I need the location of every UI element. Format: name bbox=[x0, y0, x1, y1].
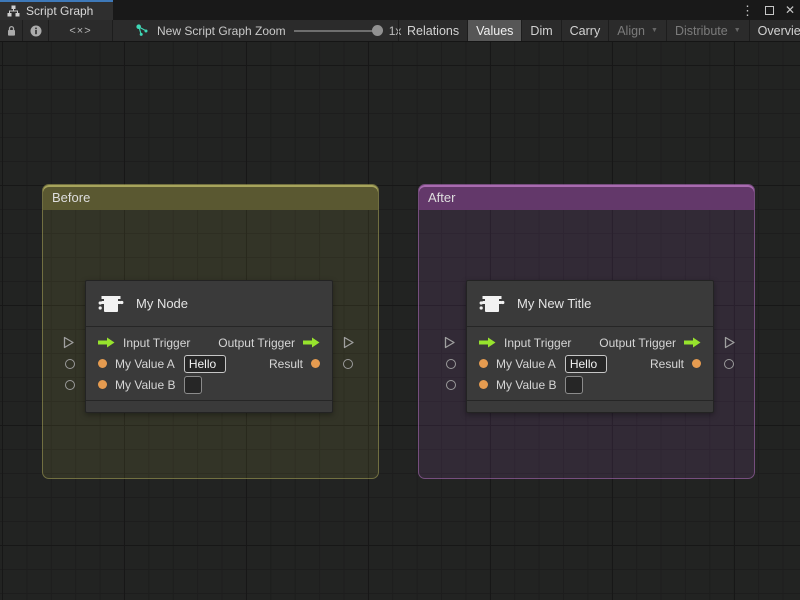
view-buttons: Relations Values Dim Carry Align ▼ Distr… bbox=[398, 20, 800, 41]
port-label: Result bbox=[268, 356, 303, 371]
toolbar-button-relations[interactable]: Relations bbox=[398, 20, 467, 41]
group-after-label: After bbox=[428, 190, 456, 205]
port-label: My Value A bbox=[496, 356, 556, 371]
value-a-row: My Value A Result bbox=[467, 353, 713, 374]
graph-name-label: New Script Graph bbox=[157, 23, 252, 38]
value-b-port-outer-icon[interactable] bbox=[65, 380, 75, 390]
script-graph-icon bbox=[136, 24, 149, 37]
port-label: My Value B bbox=[115, 377, 176, 392]
value-b-row: My Value B bbox=[86, 374, 332, 395]
unit-node-icon bbox=[98, 295, 124, 312]
lock-icon bbox=[7, 25, 15, 36]
toolbar-button-align[interactable]: Align ▼ bbox=[608, 20, 666, 41]
node-my-new-title[interactable]: My New Title Input Trigger Output Trigge… bbox=[466, 280, 714, 413]
toolbar-button-dim[interactable]: Dim bbox=[521, 20, 560, 41]
window-menu-icon[interactable]: ⋮ bbox=[741, 4, 754, 17]
value-b-port-icon[interactable] bbox=[98, 380, 107, 389]
unit-node-icon bbox=[479, 295, 505, 312]
info-button[interactable] bbox=[23, 20, 49, 41]
node-my-node[interactable]: My Node Input Trigger Output Trigger My … bbox=[85, 280, 333, 413]
toolbar-button-values[interactable]: Values bbox=[467, 20, 522, 41]
result-port-icon[interactable] bbox=[692, 359, 701, 368]
toolbar-button-overview[interactable]: Overview bbox=[748, 20, 800, 41]
value-b-port-icon[interactable] bbox=[479, 380, 488, 389]
trigger-row: Input Trigger Output Trigger bbox=[86, 332, 332, 353]
value-a-port-outer-icon[interactable] bbox=[65, 359, 75, 369]
trigger-row: Input Trigger Output Trigger bbox=[467, 332, 713, 353]
result-port-outer-icon[interactable] bbox=[343, 359, 353, 369]
graph-toolbar: <×> New Script Graph Zoom 1x Relations V… bbox=[0, 20, 800, 42]
port-label: Output Trigger bbox=[218, 335, 295, 350]
graph-tab-icon bbox=[7, 5, 20, 17]
value-b-input[interactable] bbox=[184, 375, 203, 394]
value-b-port-outer-icon[interactable] bbox=[446, 380, 456, 390]
node-footer bbox=[467, 400, 713, 411]
port-label: My Value B bbox=[496, 377, 557, 392]
port-label: Input Trigger bbox=[123, 335, 191, 350]
input-trigger-port-outer-icon[interactable] bbox=[444, 336, 456, 354]
node-title: My New Title bbox=[517, 296, 592, 311]
node-header[interactable]: My New Title bbox=[467, 281, 713, 327]
port-label: Input Trigger bbox=[504, 335, 572, 350]
group-before-label: Before bbox=[52, 190, 91, 205]
result-port-outer-icon[interactable] bbox=[724, 359, 734, 369]
node-body: Input Trigger Output Trigger My Value A bbox=[467, 327, 713, 400]
output-trigger-port-outer-icon[interactable] bbox=[724, 336, 736, 354]
value-a-port-icon[interactable] bbox=[479, 359, 488, 368]
value-b-input[interactable] bbox=[565, 375, 584, 394]
value-a-port-icon[interactable] bbox=[98, 359, 107, 368]
graph-breadcrumb[interactable]: New Script Graph bbox=[113, 20, 252, 41]
node-body: Input Trigger Output Trigger My Value A bbox=[86, 327, 332, 400]
value-a-row: My Value A Result bbox=[86, 353, 332, 374]
tab-title: Script Graph bbox=[26, 4, 94, 18]
zoom-slider[interactable] bbox=[293, 25, 383, 36]
value-a-input[interactable] bbox=[564, 354, 607, 373]
chevron-down-icon: ▼ bbox=[733, 27, 741, 34]
input-trigger-port-icon[interactable] bbox=[98, 337, 115, 348]
port-label: Output Trigger bbox=[599, 335, 676, 350]
input-trigger-port-icon[interactable] bbox=[479, 337, 496, 348]
zoom-slider-handle[interactable] bbox=[371, 25, 383, 36]
window-controls: ⋮ ✕ bbox=[741, 0, 795, 20]
tab-script-graph[interactable]: Script Graph bbox=[0, 0, 113, 20]
code-icon: <×> bbox=[69, 24, 92, 37]
lock-button[interactable] bbox=[0, 20, 23, 41]
node-header[interactable]: My Node bbox=[86, 281, 332, 327]
port-label: Result bbox=[649, 356, 684, 371]
toolbar-button-carry[interactable]: Carry bbox=[560, 20, 609, 41]
port-label: My Value A bbox=[115, 356, 175, 371]
info-icon bbox=[30, 25, 41, 36]
close-icon[interactable]: ✕ bbox=[785, 4, 795, 16]
node-my-new-title-wrapper: My New Title Input Trigger Output Trigge… bbox=[444, 280, 735, 413]
node-title: My Node bbox=[136, 296, 189, 311]
node-my-node-wrapper: My Node Input Trigger Output Trigger My … bbox=[63, 280, 354, 413]
output-trigger-port-icon[interactable] bbox=[303, 337, 320, 348]
value-a-input[interactable] bbox=[183, 354, 226, 373]
input-trigger-port-outer-icon[interactable] bbox=[63, 336, 75, 354]
value-b-row: My Value B bbox=[467, 374, 713, 395]
chevron-down-icon: ▼ bbox=[651, 27, 658, 34]
tab-bar: Script Graph ⋮ ✕ bbox=[0, 0, 800, 20]
group-before-header[interactable]: Before bbox=[43, 185, 378, 210]
zoom-control: Zoom 1x bbox=[255, 20, 401, 41]
output-trigger-port-icon[interactable] bbox=[684, 337, 701, 348]
output-trigger-port-outer-icon[interactable] bbox=[343, 336, 355, 354]
code-preview-toggle[interactable]: <×> bbox=[49, 20, 113, 41]
result-port-icon[interactable] bbox=[311, 359, 320, 368]
toolbar-button-distribute[interactable]: Distribute ▼ bbox=[665, 20, 749, 41]
group-after-header[interactable]: After bbox=[419, 185, 754, 210]
graph-canvas[interactable]: Before After My Node Input Trigger Outpu… bbox=[0, 42, 800, 600]
maximize-icon[interactable] bbox=[764, 5, 774, 15]
value-a-port-outer-icon[interactable] bbox=[446, 359, 456, 369]
node-footer bbox=[86, 400, 332, 411]
zoom-label: Zoom bbox=[255, 23, 286, 38]
